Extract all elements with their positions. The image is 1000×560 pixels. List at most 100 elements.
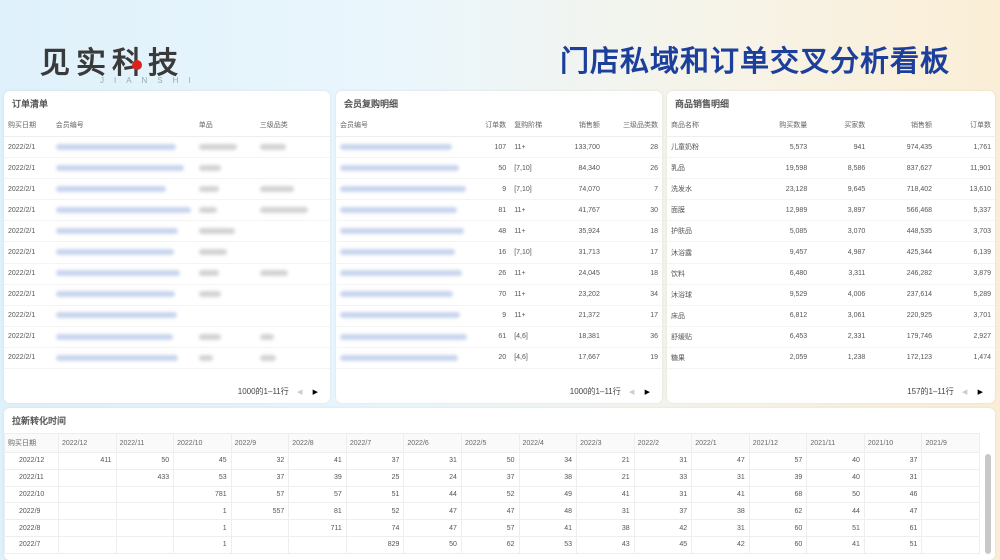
purchase-date-cell: 2022/2/1	[4, 326, 52, 348]
table-row[interactable]: 9 [7,10] 74,070 7	[336, 178, 662, 201]
table-row[interactable]: 沐浴球 9,529 4,006 237,614 5,289	[667, 284, 995, 306]
member-id-cell	[51, 241, 195, 264]
cohort-cell: 34	[518, 452, 578, 470]
cohort-cell: 37	[460, 468, 520, 487]
redacted-text	[55, 312, 177, 319]
cohort-col-header[interactable]: 2021/10	[863, 433, 923, 453]
orders-table: 购买日期 会员编号 单品 三级品类 2022/2/1 2022/2/1 2022/2…	[4, 114, 330, 370]
cohort-col-header[interactable]: 2022/12	[58, 433, 117, 453]
cohort-col-header[interactable]: 2022/8	[288, 433, 347, 453]
redacted-text	[259, 143, 286, 150]
table-row[interactable]: 饮料 6,480 3,311 246,282 3,879	[667, 263, 995, 285]
cohort-cell: 781	[173, 485, 232, 504]
table-row[interactable]: 2022/2/1	[4, 305, 330, 327]
col-buyers[interactable]: 买家数	[811, 114, 870, 137]
table-row[interactable]: 2022/2/1	[4, 241, 330, 264]
table-row[interactable]: 2022/2/1	[4, 284, 330, 306]
redacted-text	[55, 291, 175, 298]
cohort-col-header[interactable]: 2022/3	[576, 433, 635, 453]
category-count-cell: 17	[603, 241, 662, 264]
col-category-count[interactable]: 三级品类数	[603, 114, 662, 137]
repurchase-tier-cell: 11+	[510, 305, 559, 327]
table-row[interactable]: 2022/2/1	[4, 220, 330, 243]
purchase-qty-cell: 2,059	[739, 347, 812, 370]
table-row[interactable]: 2022/2/1	[4, 136, 330, 159]
cohort-col-header[interactable]: 2022/5	[460, 433, 520, 453]
col-category3[interactable]: 三级品类	[255, 114, 330, 137]
orders-cell: 1,474	[936, 347, 995, 370]
prev-page-icon[interactable]: ◀	[629, 389, 634, 396]
table-row[interactable]: 26 11+ 24,045 18	[336, 263, 662, 285]
product-name-cell: 舒缓贴	[667, 326, 740, 348]
cohort-col-header[interactable]: 2022/4	[518, 433, 578, 453]
redacted-text	[340, 228, 464, 235]
table-row[interactable]: 2022/2/1	[4, 347, 330, 370]
cohort-col-header[interactable]: 2022/6	[403, 433, 462, 453]
cohort-cell: 47	[460, 502, 520, 521]
table-row[interactable]: 20 [4,6] 17,667 19	[336, 347, 662, 370]
cohort-col-header[interactable]: 2022/11	[115, 433, 175, 453]
table-row[interactable]: 面膜 12,989 3,897 566,468 5,337	[667, 199, 995, 222]
table-row[interactable]: 9 11+ 21,372 17	[336, 305, 662, 327]
col-item[interactable]: 单品	[194, 114, 256, 137]
col-member-id[interactable]: 会员编号	[336, 114, 471, 137]
col-repurchase-tier[interactable]: 复购阶梯	[510, 114, 559, 137]
cohort-cell: 32	[230, 452, 290, 470]
col-orders[interactable]: 订单数	[936, 114, 995, 137]
cohort-col-header[interactable]: 2021/12	[748, 433, 808, 453]
col-sales[interactable]: 销售额	[558, 114, 604, 137]
col-member-id[interactable]: 会员编号	[51, 114, 195, 137]
next-page-icon[interactable]: ▶	[978, 389, 983, 396]
col-purchase-qty[interactable]: 购买数量	[739, 114, 812, 137]
table-row[interactable]: 洗发水 23,128 9,645 718,402 13,610	[667, 178, 995, 201]
col-purchase-date[interactable]: 购买日期	[4, 114, 52, 137]
redacted-text	[198, 354, 213, 361]
table-row[interactable]: 护肤品 5,085 3,070 448,535 3,703	[667, 220, 995, 243]
prev-page-icon[interactable]: ◀	[962, 389, 967, 396]
table-row[interactable]: 床品 6,812 3,061 220,925 3,701	[667, 305, 995, 327]
sales-cell: 718,402	[869, 178, 937, 201]
table-row[interactable]: 61 [4,6] 18,381 36	[336, 326, 662, 348]
cohort-col-header[interactable]: 2022/10	[173, 433, 232, 453]
table-row[interactable]: 儿童奶粉 5,573 941 974,435 1,761	[667, 136, 995, 159]
table-row[interactable]: 2022/2/1	[4, 199, 330, 222]
table-row[interactable]: 沐浴露 9,457 4,987 425,344 6,139	[667, 241, 995, 264]
category-cell	[255, 157, 330, 180]
table-row[interactable]: 舒缓贴 6,453 2,331 179,746 2,927	[667, 326, 995, 348]
cohort-col-header[interactable]: 2022/1	[691, 433, 750, 453]
redacted-text	[340, 270, 462, 277]
col-sales[interactable]: 销售额	[869, 114, 937, 137]
table-row[interactable]: 70 11+ 23,202 34	[336, 284, 662, 306]
table-row[interactable]: 50 [7,10] 84,340 26	[336, 157, 662, 180]
cohort-cell: 68	[748, 485, 808, 504]
redacted-text	[340, 249, 455, 256]
item-cell	[194, 284, 256, 306]
table-row[interactable]: 16 [7,10] 31,713 17	[336, 241, 662, 264]
member-id-cell	[336, 199, 471, 222]
cohort-col-header[interactable]: 2021/11	[806, 433, 865, 453]
repurchase-tier-cell: 11+	[510, 284, 559, 306]
item-cell	[194, 241, 256, 264]
table-row[interactable]: 81 11+ 41,767 30	[336, 199, 662, 222]
table-row[interactable]: 2022/2/1	[4, 178, 330, 201]
vertical-scrollbar[interactable]	[985, 454, 991, 554]
cohort-col-header[interactable]: 2022/2	[633, 433, 693, 453]
table-row[interactable]: 48 11+ 35,924 18	[336, 220, 662, 243]
col-order-count[interactable]: 订单数	[471, 114, 511, 137]
table-row[interactable]: 糖果 2,059 1,238 172,123 1,474	[667, 347, 995, 370]
cohort-col-header[interactable]: 2022/7	[345, 433, 405, 453]
col-product-name[interactable]: 商品名称	[667, 114, 740, 137]
table-row[interactable]: 乳品 19,598 8,586 837,627 11,901	[667, 157, 995, 180]
sales-cell: 220,925	[869, 305, 937, 327]
prev-page-icon[interactable]: ◀	[297, 389, 302, 396]
table-row[interactable]: 107 11+ 133,700 28	[336, 136, 662, 159]
cohort-col-header[interactable]: 2022/9	[230, 433, 290, 453]
next-page-icon[interactable]: ▶	[313, 389, 318, 396]
category-cell	[255, 284, 330, 306]
table-row[interactable]: 2022/2/1	[4, 326, 330, 348]
table-row[interactable]: 2022/2/1	[4, 157, 330, 180]
cohort-col-header[interactable]: 2021/9	[921, 433, 980, 453]
next-page-icon[interactable]: ▶	[645, 389, 650, 396]
table-row[interactable]: 2022/2/1	[4, 263, 330, 285]
buyers-cell: 8,586	[811, 157, 870, 180]
